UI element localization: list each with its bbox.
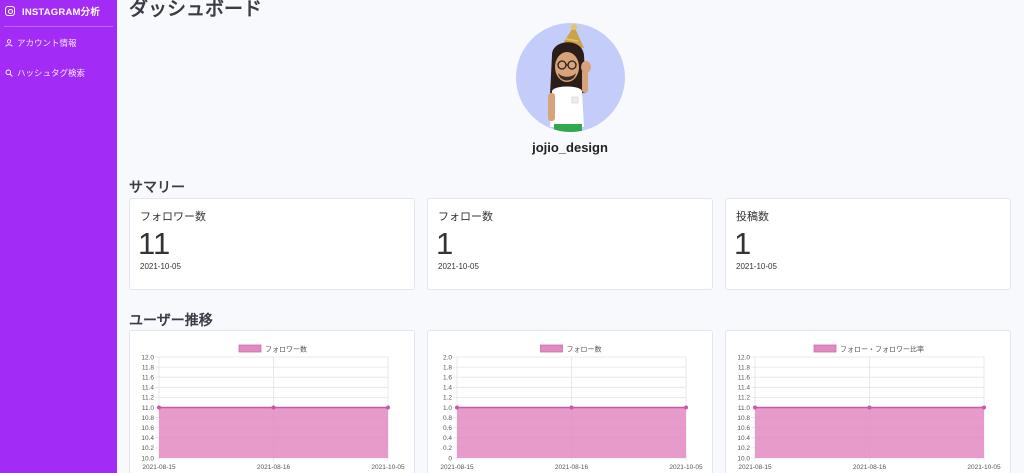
y-tick-label: 10.0: [737, 455, 750, 462]
x-tick-label: 2021-08-15: [440, 464, 474, 471]
stat-date: 2021-10-05: [438, 262, 479, 271]
x-tick-label: 2021-08-16: [555, 464, 589, 471]
data-point: [867, 405, 872, 410]
sidebar-item-account-info[interactable]: アカウント情報: [0, 35, 77, 50]
data-point: [982, 405, 986, 410]
y-tick-label: 12.0: [141, 354, 154, 361]
legend-label: フォロワー数: [265, 345, 307, 354]
instagram-icon: [5, 6, 15, 16]
y-tick-label: 1.8: [443, 364, 452, 371]
stat-label: 投稿数: [736, 211, 769, 223]
sidebar-divider: [4, 26, 113, 27]
stat-value: 11: [138, 226, 171, 261]
x-tick-label: 2021-10-05: [967, 464, 1001, 471]
y-tick-label: 1.6: [443, 375, 452, 382]
y-tick-label: 11.0: [738, 405, 751, 412]
data-point: [569, 405, 574, 410]
data-point: [684, 405, 688, 410]
sidebar-item-hashtag-search[interactable]: ハッシュタグ検索: [0, 65, 85, 80]
stat-label: フォロー数: [438, 211, 493, 223]
y-tick-label: 11.8: [738, 364, 751, 371]
page-title: ダッシュボード: [129, 0, 263, 20]
y-tick-label: 10.2: [737, 445, 750, 452]
y-tick-label: 11.6: [738, 375, 751, 382]
user-icon: [5, 38, 13, 47]
y-tick-label: 11.2: [738, 395, 751, 402]
data-point: [157, 405, 161, 410]
data-point: [271, 405, 276, 410]
y-tick-label: 2.0: [443, 354, 452, 361]
x-tick-label: 2021-08-16: [257, 464, 291, 471]
y-tick-label: 10.8: [737, 415, 750, 422]
y-tick-label: 1.0: [443, 405, 452, 412]
x-tick-label: 2021-08-15: [142, 464, 176, 471]
y-tick-label: 11.0: [142, 405, 155, 412]
stat-value: 1: [734, 226, 752, 261]
y-tick-label: 12.0: [737, 354, 750, 361]
trend-section-title: ユーザー推移: [129, 312, 213, 328]
data-point: [753, 405, 757, 410]
legend-swatch: [813, 344, 837, 353]
y-tick-label: 10.4: [737, 435, 750, 442]
avatar: [516, 23, 625, 132]
y-tick-label: 10.8: [141, 415, 154, 422]
chart-card-ratio: フォロー・フォロワー比率 12.0 11.8 11.6 11.4 11.2 11.0 10.8…: [725, 330, 1011, 473]
sidebar-item-label: アカウント情報: [17, 37, 77, 48]
x-tick-label: 2021-10-05: [669, 464, 703, 471]
y-tick-label: 1.2: [443, 395, 452, 402]
stat-date: 2021-10-05: [736, 262, 777, 271]
stat-card-following: フォロー数 1 2021-10-05: [427, 198, 713, 290]
stat-label: フォロワー数: [140, 211, 206, 223]
y-tick-label: 10.6: [737, 425, 750, 432]
sidebar-item-label: ハッシュタグ検索: [17, 67, 86, 78]
y-tick-label: 11.8: [142, 364, 155, 371]
stat-card-posts: 投稿数 1 2021-10-05: [725, 198, 1011, 290]
x-tick-label: 2021-08-15: [738, 464, 772, 471]
username: jojio_design: [532, 140, 608, 155]
search-icon: [5, 69, 13, 77]
y-tick-label: 10.2: [141, 445, 154, 452]
following-chart: フォロー数 2.0 1.8 1.6 1.4 1.2 1.0 0.8 0.6 0.4 0.2 0 2021…: [440, 344, 703, 472]
y-tick-label: 0.8: [443, 415, 452, 422]
x-tick-label: 2021-08-16: [853, 464, 887, 471]
brand[interactable]: INSTAGRAM分析: [0, 0, 117, 22]
stat-date: 2021-10-05: [140, 262, 181, 271]
chart-card-following: フォロー数 2.0 1.8 1.6 1.4 1.2 1.0 0.8 0.6 0.4 0.2 0 2021…: [427, 330, 713, 473]
ratio-chart: フォロー・フォロワー比率 12.0 11.8 11.6 11.4 11.2 11.0 10.8…: [737, 344, 1001, 472]
legend-swatch: [238, 344, 262, 353]
data-point: [386, 405, 390, 410]
y-tick-label: 11.4: [738, 385, 751, 392]
y-tick-label: 11.4: [142, 385, 155, 392]
stat-card-followers: フォロワー数 11 2021-10-05: [129, 198, 415, 290]
x-tick-label: 2021-10-05: [371, 464, 405, 471]
y-tick-label: 0: [448, 455, 452, 462]
y-tick-label: 10.0: [141, 455, 154, 462]
summary-section-title: サマリー: [129, 179, 185, 195]
y-tick-label: 0.6: [443, 425, 452, 432]
series-area: [159, 407, 388, 458]
series-area: [457, 407, 686, 458]
chart-card-followers: フォロワー数 12.0 11.8 11.6 11.4 11.2 11.0 10.8 10.6 10…: [129, 330, 415, 473]
y-tick-label: 10.4: [141, 435, 154, 442]
y-tick-label: 1.4: [443, 385, 452, 392]
avatar-illustration: [548, 24, 591, 132]
y-tick-label: 0.4: [443, 435, 452, 442]
legend-label: フォロー・フォロワー比率: [840, 345, 924, 354]
y-tick-label: 11.6: [142, 375, 155, 382]
data-point: [455, 405, 459, 410]
y-tick-label: 0.2: [443, 445, 452, 452]
stat-value: 1: [436, 226, 454, 261]
legend-label: フォロー数: [567, 345, 602, 354]
followers-chart: フォロワー数 12.0 11.8 11.6 11.4 11.2 11.0 10.8 10.6 10…: [141, 344, 405, 472]
y-tick-label: 10.6: [141, 425, 154, 432]
series-area: [755, 407, 984, 458]
sidebar: INSTAGRAM分析 アカウント情報 ハッシュタグ検索: [0, 0, 117, 473]
brand-label: INSTAGRAM分析: [22, 7, 101, 18]
legend-swatch: [540, 344, 563, 353]
y-tick-label: 11.2: [142, 395, 155, 402]
